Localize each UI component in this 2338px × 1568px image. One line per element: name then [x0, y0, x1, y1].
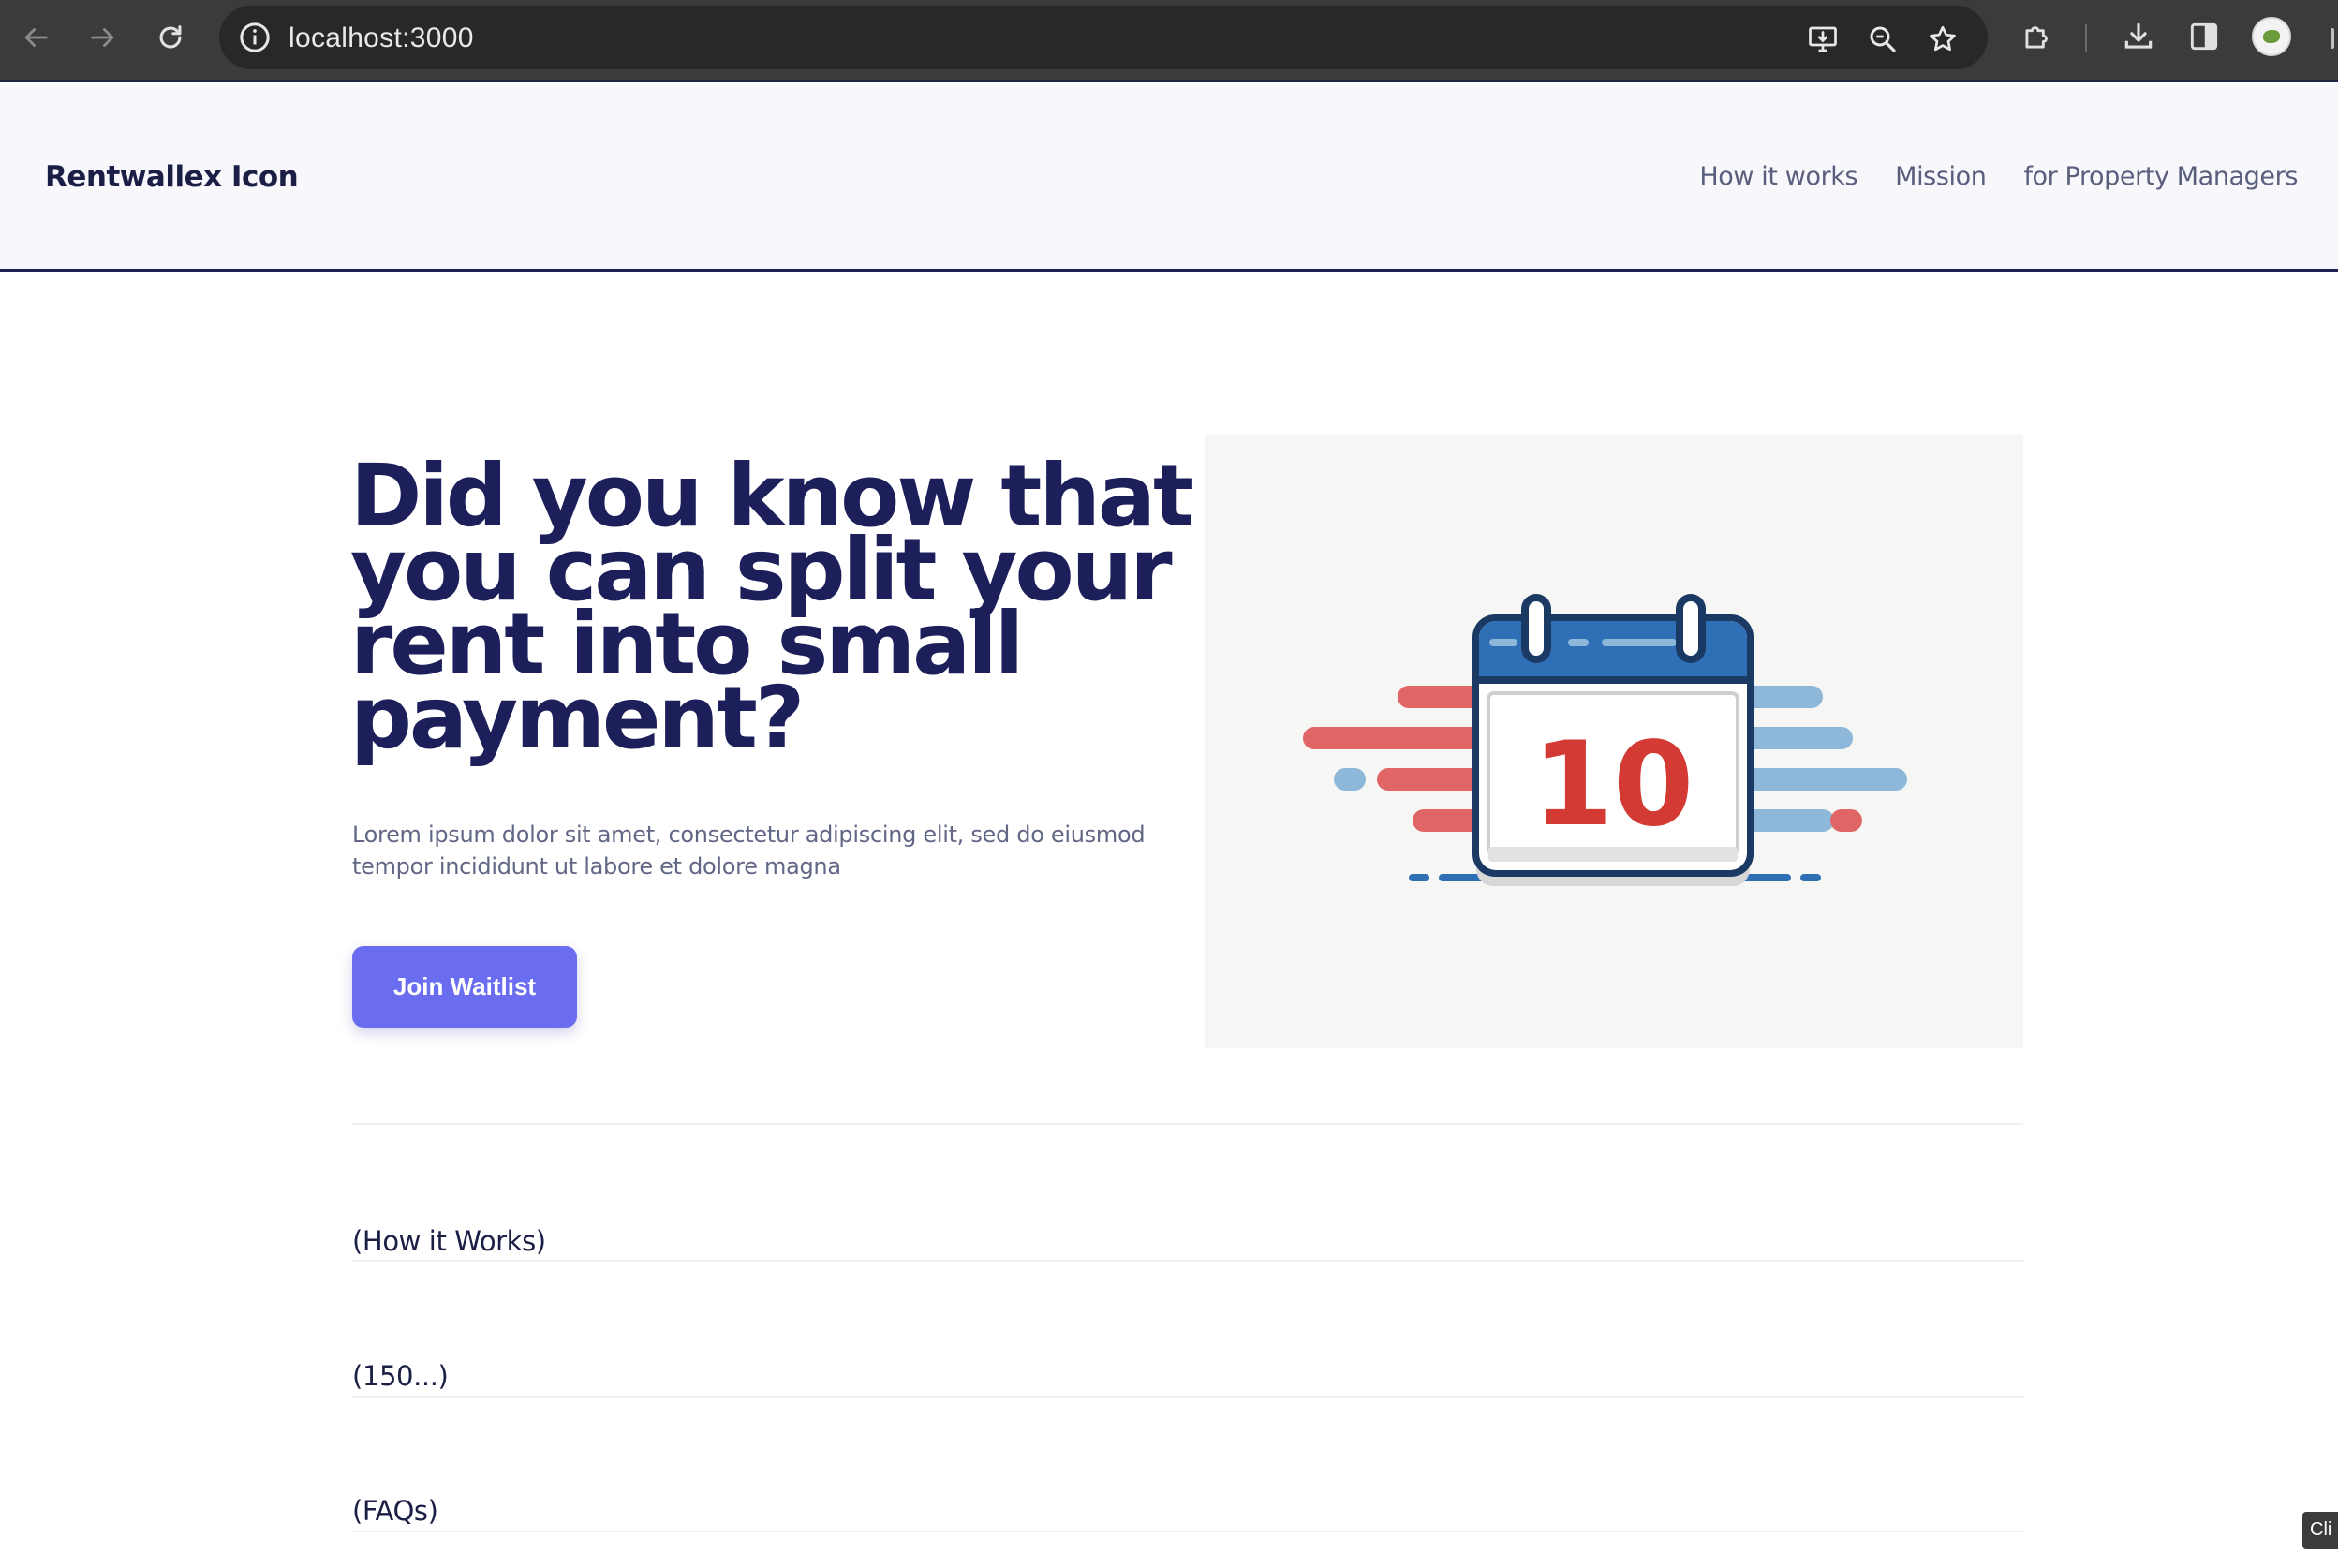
section-how-it-works: (How it Works) — [352, 1225, 546, 1257]
menu-kebab-icon[interactable] — [2331, 28, 2334, 49]
nav-link-mission[interactable]: Mission — [1895, 162, 1987, 191]
nav-link-property-managers[interactable]: for Property Managers — [2023, 162, 2298, 191]
section-faqs: (FAQs) — [352, 1495, 438, 1527]
section-divider — [352, 1260, 2023, 1262]
hero-divider — [352, 1123, 2023, 1125]
hero-subtitle: Lorem ipsum dolor sit amet, consectetur … — [352, 821, 1146, 880]
calendar-header — [1479, 621, 1747, 683]
right-speed-streaks — [1729, 686, 1907, 832]
side-panel-icon[interactable] — [2186, 19, 2222, 54]
hero-illustration: 10 — [1205, 435, 2023, 1048]
hero-title: Did you know that you can split your ren… — [350, 446, 1194, 768]
brand-logo-text[interactable]: Rentwallex Icon — [45, 160, 299, 194]
main-nav: How it works Mission for Property Manage… — [1699, 162, 2298, 191]
zoom-icon[interactable] — [1866, 22, 1900, 56]
site-header: Rentwallex Icon How it works Mission for… — [0, 85, 2338, 272]
section-divider — [352, 1531, 2023, 1532]
right-red-dot — [1830, 809, 1862, 832]
url-text[interactable]: localhost:3000 — [289, 22, 474, 54]
join-waitlist-button[interactable]: Join Waitlist — [352, 946, 577, 1028]
section-divider — [352, 1396, 2023, 1398]
toolbar-separator — [2085, 24, 2087, 52]
nav-link-how-it-works[interactable]: How it works — [1699, 162, 1857, 191]
left-blue-dot — [1334, 768, 1366, 791]
address-bar[interactable]: localhost:3000 — [219, 6, 1988, 69]
calendar-illustration-icon: 10 — [1303, 594, 1907, 886]
browser-toolbar: localhost:3000 — [0, 0, 2338, 82]
reload-icon[interactable] — [148, 15, 193, 60]
back-arrow-icon[interactable] — [13, 15, 58, 60]
calendar-day-number: 10 — [1532, 717, 1694, 852]
download-icon[interactable] — [2121, 19, 2156, 54]
forward-arrow-icon[interactable] — [81, 15, 126, 60]
extensions-icon[interactable] — [2020, 19, 2055, 54]
site-info-icon[interactable] — [236, 19, 274, 56]
section-150: (150...) — [352, 1360, 449, 1392]
bookmark-star-icon[interactable] — [1926, 22, 1960, 56]
profile-avatar[interactable] — [2252, 17, 2291, 56]
install-app-icon[interactable] — [1806, 22, 1840, 56]
floating-tooltip[interactable]: Cli — [2302, 1512, 2338, 1549]
